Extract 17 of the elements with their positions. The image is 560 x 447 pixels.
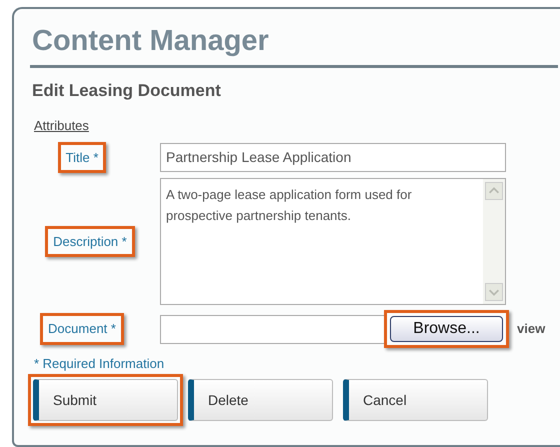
scroll-down-icon[interactable]: [485, 283, 503, 301]
required-note: * Required Information: [34, 355, 166, 373]
page-title: Content Manager: [31, 24, 270, 59]
text-field[interactable]: Partnership Lease Application: [160, 142, 506, 172]
field-label: Description *: [45, 226, 135, 258]
attributes-link[interactable]: Attributes: [34, 116, 89, 135]
view-link[interactable]: view: [517, 319, 546, 339]
description-text: A two-page lease application form used for prospective partnership tenants.: [166, 187, 412, 223]
section-title: Edit Leasing Document: [31, 80, 222, 102]
file-field[interactable]: [160, 314, 386, 344]
scrollbar[interactable]: [483, 179, 505, 304]
description-field[interactable]: A two-page lease application form used for prospective partnership tenants.: [160, 178, 506, 305]
field-label: Title *: [58, 142, 106, 173]
scroll-up-icon[interactable]: [485, 182, 503, 200]
field-label: Document *: [40, 313, 124, 345]
action-button[interactable]: Submit: [28, 374, 183, 426]
browse-button[interactable]: Browse...: [384, 310, 509, 348]
